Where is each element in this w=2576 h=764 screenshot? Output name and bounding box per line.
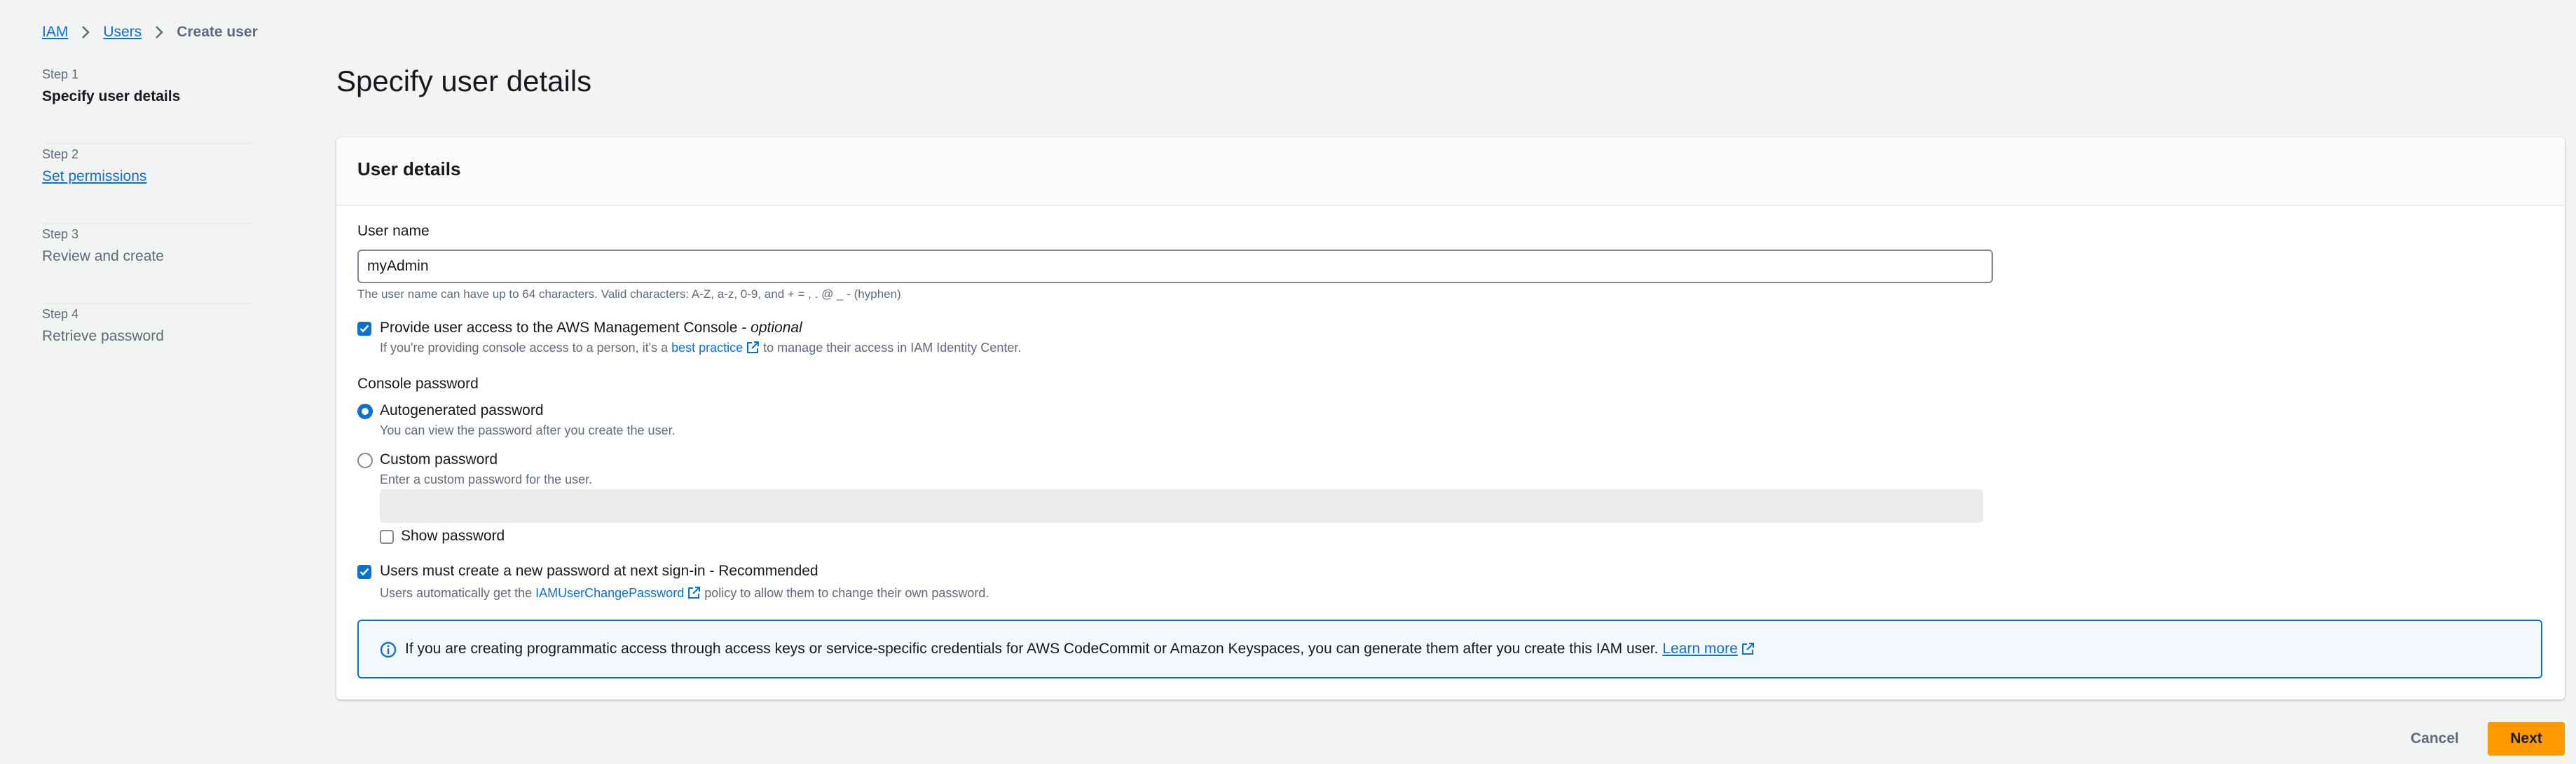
panel-heading: User details bbox=[357, 158, 461, 179]
custom-password-input[interactable] bbox=[380, 489, 1983, 523]
breadcrumb-users-link[interactable]: Users bbox=[103, 24, 142, 41]
info-alert-text: If you are creating programmatic access … bbox=[405, 641, 1755, 657]
console-access-label: Provide user access to the AWS Managemen… bbox=[380, 320, 802, 336]
wizard-step-4: Step 4 Retrieve password bbox=[42, 304, 254, 383]
step-number: Step 3 bbox=[42, 227, 79, 241]
custom-password-radio[interactable] bbox=[357, 453, 373, 468]
best-practice-link[interactable]: best practice bbox=[671, 341, 743, 355]
next-button[interactable]: Next bbox=[2488, 722, 2565, 756]
step-title-specify-user-details: Specify user details bbox=[42, 88, 181, 104]
breadcrumb: IAM Users Create user bbox=[42, 21, 258, 43]
optional-tag: optional bbox=[751, 320, 802, 336]
checkmark-icon bbox=[359, 568, 369, 576]
reset-password-label: Users must create a new password at next… bbox=[380, 563, 818, 579]
reset-password-hint-suffix: policy to allow them to change their own… bbox=[701, 586, 989, 600]
show-password-checkbox[interactable] bbox=[380, 530, 394, 544]
custom-password-desc: Enter a custom password for the user. bbox=[380, 472, 593, 486]
breadcrumb-iam-link[interactable]: IAM bbox=[42, 24, 68, 41]
chevron-right-icon bbox=[78, 25, 93, 40]
step-number: Step 2 bbox=[42, 147, 79, 161]
console-access-label-text: Provide user access to the AWS Managemen… bbox=[380, 320, 751, 336]
username-label: User name bbox=[357, 223, 430, 239]
info-icon bbox=[380, 641, 397, 658]
reset-password-checkbox[interactable] bbox=[357, 565, 371, 579]
step-title-retrieve-password: Retrieve password bbox=[42, 328, 164, 344]
autogenerated-password-radio[interactable] bbox=[357, 404, 373, 419]
wizard-steps-nav: Step 1 Specify user details Step 2 Set p… bbox=[42, 64, 254, 383]
checkmark-icon bbox=[359, 325, 369, 333]
user-details-panel: User details User name The user name can… bbox=[336, 137, 2565, 700]
console-access-hint: If you're providing console access to a … bbox=[380, 341, 1021, 355]
reset-password-hint-prefix: Users automatically get the bbox=[380, 586, 536, 600]
info-message: If you are creating programmatic access … bbox=[405, 641, 1659, 657]
autogenerated-password-desc: You can view the password after you crea… bbox=[380, 423, 676, 437]
wizard-step-1: Step 1 Specify user details bbox=[42, 64, 254, 144]
external-link-icon bbox=[687, 586, 701, 600]
step-number: Step 4 bbox=[42, 307, 79, 321]
wizard-step-2: Step 2 Set permissions bbox=[42, 144, 254, 224]
info-alert: If you are creating programmatic access … bbox=[357, 620, 2542, 678]
step-link-set-permissions[interactable]: Set permissions bbox=[42, 168, 146, 185]
learn-more-link[interactable]: Learn more bbox=[1662, 641, 1737, 657]
external-link-icon bbox=[746, 341, 760, 355]
page-title: Specify user details bbox=[336, 64, 592, 97]
wizard-step-3: Step 3 Review and create bbox=[42, 224, 254, 304]
console-access-checkbox[interactable] bbox=[357, 322, 371, 336]
iam-user-change-password-link[interactable]: IAMUserChangePassword bbox=[535, 586, 684, 600]
username-input[interactable] bbox=[357, 250, 1993, 283]
cancel-button[interactable]: Cancel bbox=[2394, 723, 2476, 754]
breadcrumb-current: Create user bbox=[177, 24, 258, 40]
console-password-label: Console password bbox=[357, 376, 479, 392]
username-hint: The user name can have up to 64 characte… bbox=[357, 287, 901, 301]
console-access-hint-prefix: If you're providing console access to a … bbox=[380, 341, 672, 355]
step-title-review-and-create: Review and create bbox=[42, 248, 164, 264]
console-access-hint-suffix: to manage their access in IAM Identity C… bbox=[760, 341, 1022, 355]
chevron-right-icon bbox=[151, 25, 167, 40]
step-number: Step 1 bbox=[42, 67, 79, 81]
show-password-label: Show password bbox=[401, 528, 505, 544]
external-link-icon bbox=[1741, 642, 1755, 656]
reset-password-hint: Users automatically get the IAMUserChang… bbox=[380, 586, 989, 601]
custom-password-label: Custom password bbox=[380, 451, 498, 468]
autogenerated-password-label: Autogenerated password bbox=[380, 402, 544, 418]
panel-header: User details bbox=[336, 137, 2565, 206]
